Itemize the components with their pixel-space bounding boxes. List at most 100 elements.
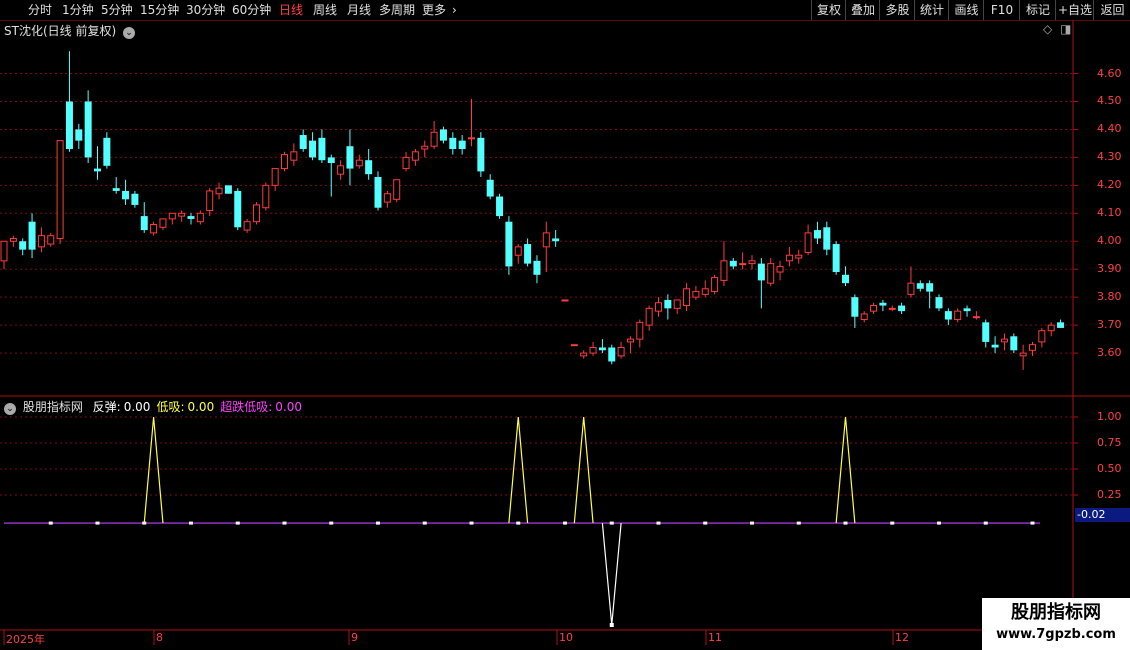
candle-body: [196, 212, 204, 223]
candle-body: [888, 307, 896, 310]
y-tick-label: 4.60: [1097, 66, 1122, 80]
candle-body: [206, 190, 214, 212]
candle: [524, 238, 532, 267]
candle-body: [879, 302, 887, 306]
candle: [626, 336, 634, 354]
candle: [888, 305, 896, 312]
candle: [65, 51, 73, 152]
candle: [785, 246, 793, 267]
candle-body: [683, 288, 691, 307]
candle: [28, 213, 36, 259]
candle: [1029, 341, 1036, 356]
candle: [1038, 327, 1046, 348]
candle: [851, 294, 859, 328]
baseline-marker: [983, 521, 988, 525]
candle: [449, 132, 457, 155]
y-tick-label: 4.10: [1097, 206, 1122, 220]
candle: [552, 230, 560, 247]
candle-body: [552, 238, 560, 242]
candle-body: [524, 244, 532, 264]
candle: [570, 344, 578, 347]
candle-body: [1019, 352, 1027, 357]
baseline-marker: [422, 521, 427, 525]
candle: [299, 129, 307, 152]
candle: [159, 218, 167, 231]
candle-body: [65, 101, 73, 150]
candle-body: [701, 288, 709, 295]
indicator-y-tick-label: 0.50: [1097, 462, 1122, 475]
candle: [252, 202, 260, 225]
candle: [187, 213, 195, 225]
candle-body: [944, 311, 952, 320]
candle-body: [159, 218, 167, 228]
candle-body: [570, 344, 578, 347]
x-tick-label: 12: [895, 631, 909, 644]
candle: [486, 174, 494, 200]
candle: [1057, 319, 1065, 328]
y-tick-label: 4.20: [1097, 178, 1122, 192]
candle-body: [243, 221, 251, 231]
y-tick-label: 4.30: [1097, 150, 1122, 164]
chart-canvas[interactable]: [0, 0, 1130, 650]
candle-body: [505, 221, 513, 267]
candle: [776, 260, 784, 281]
candle-body: [645, 307, 653, 326]
candle: [505, 216, 513, 275]
candle: [477, 132, 485, 177]
signal-spike: [143, 416, 164, 524]
candle-body: [757, 263, 765, 281]
baseline-marker: [282, 521, 287, 525]
candle: [608, 344, 616, 365]
candle-body: [991, 344, 999, 348]
candle: [757, 258, 765, 309]
candle: [982, 319, 990, 348]
candle-body: [337, 165, 345, 175]
candle-body: [215, 187, 223, 195]
candle: [374, 171, 382, 211]
watermark-url: www.7gpzb.com: [996, 627, 1116, 642]
candle: [468, 98, 475, 147]
baseline-marker: [376, 521, 380, 525]
candle-body: [813, 230, 821, 239]
candle: [421, 140, 429, 158]
candle-body: [327, 157, 335, 163]
candle: [673, 299, 681, 314]
candle: [991, 336, 999, 354]
baseline-marker: [843, 521, 848, 525]
candle-body: [870, 305, 878, 312]
candle-body: [262, 184, 270, 209]
candle-body: [720, 260, 728, 281]
candle: [870, 302, 878, 314]
candle-body: [9, 237, 17, 242]
candle-body: [103, 137, 111, 166]
candle-body: [346, 146, 354, 169]
candle-body: [767, 263, 775, 284]
y-tick-label: 3.90: [1097, 262, 1122, 276]
baseline-marker: [189, 521, 193, 525]
candle: [954, 308, 962, 323]
candle-body: [496, 196, 504, 217]
candle: [514, 244, 522, 264]
candle: [122, 179, 130, 205]
candle-body: [561, 299, 569, 302]
baseline-marker: [937, 521, 941, 525]
candle-body: [449, 137, 457, 150]
candle-body: [711, 277, 719, 293]
candle: [0, 240, 8, 270]
candle-body: [271, 168, 279, 186]
candle: [271, 168, 279, 191]
candle: [168, 212, 176, 225]
candle-body: [692, 291, 700, 298]
y-tick-label: 4.50: [1097, 94, 1122, 108]
candle: [383, 190, 391, 208]
candle: [234, 188, 242, 231]
x-tick-label: 10: [559, 631, 573, 644]
baseline-marker: [235, 521, 240, 525]
candle: [112, 176, 120, 194]
candle-body: [972, 316, 980, 319]
candle: [337, 160, 345, 180]
candle: [823, 221, 831, 256]
baseline-marker: [1030, 521, 1035, 525]
candle-body: [626, 338, 634, 343]
signal-spike: [508, 416, 529, 524]
